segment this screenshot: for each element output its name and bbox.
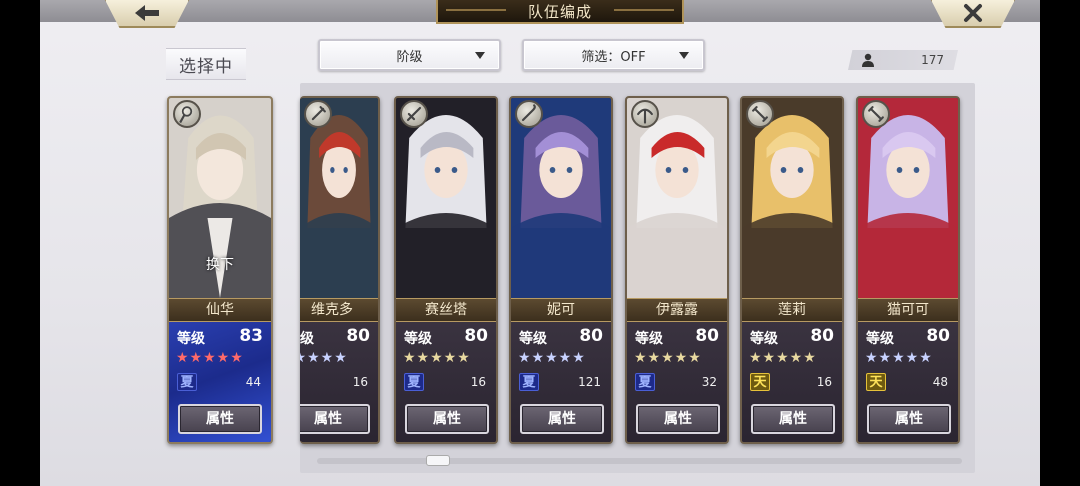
character-name: 伊露露 (627, 298, 727, 322)
character-stats: 等级 80 ★★★★★ 夏 32 属性 (627, 322, 727, 442)
rank-badge: 天 (750, 373, 770, 391)
character-count: 16 (816, 375, 832, 389)
character-stats: 等级 83 ★★★★★ 夏 44 属性 (169, 322, 271, 442)
chevron-down-icon (475, 52, 485, 59)
back-arrow-icon (135, 5, 159, 21)
right-letterbox (1040, 0, 1080, 486)
star-rating: ★★★★★ (865, 350, 933, 366)
level-value: 80 (695, 326, 719, 346)
horizontal-scrollbar[interactable] (317, 458, 962, 464)
attribute-button[interactable]: 属性 (405, 404, 489, 434)
page-title-text: 队伍编成 (527, 2, 592, 21)
level-label: 等级 (519, 331, 547, 347)
star-rating: ★★★★★ (403, 350, 471, 366)
character-portrait (300, 98, 378, 298)
roster-count: 177 (848, 50, 958, 70)
weapon-type-icon (304, 100, 332, 128)
level-label: 等级 (866, 331, 894, 347)
character-card[interactable]: 赛丝塔 等级 80 ★★★★★ 夏 16 属性 (394, 96, 498, 444)
rank-badge: 夏 (404, 373, 424, 391)
sort-dropdown[interactable]: 阶级 (318, 39, 501, 71)
selecting-label: 选择中 (166, 48, 246, 80)
filter-dropdown-label: 筛选：OFF (581, 49, 646, 65)
attribute-button[interactable]: 属性 (300, 404, 370, 434)
level-value: 80 (926, 326, 950, 346)
scrollbar-thumb[interactable] (426, 455, 450, 466)
rank-badge: 夏 (519, 373, 539, 391)
character-card[interactable]: 维克多 等级 80 ★★★★★ 夏 16 属性 (300, 96, 380, 444)
selected-character-card[interactable]: 换下 仙华 等级 83 ★★★★★ 夏 44 属性 (167, 96, 273, 444)
filter-dropdown[interactable]: 筛选：OFF (522, 39, 705, 71)
party-formation-screen: 队伍编成 选择中 阶级 筛选：OFF 177 换下 仙华 等级 83 ★★★★★… (40, 0, 1040, 486)
level-label: 等级 (635, 331, 663, 347)
weapon-type-icon (862, 100, 890, 128)
character-card[interactable]: 莲莉 等级 80 ★★★★★ 天 16 属性 (740, 96, 844, 444)
character-count: 48 (932, 375, 948, 389)
page-title: 队伍编成 (436, 0, 684, 24)
character-name: 仙华 (169, 298, 271, 322)
character-count: 16 (470, 375, 486, 389)
chevron-down-icon (679, 52, 689, 59)
character-name: 妮可 (511, 298, 611, 322)
roster-count-value: 177 (921, 53, 944, 67)
attribute-button[interactable]: 属性 (178, 404, 262, 434)
weapon-type-icon (515, 100, 543, 128)
left-letterbox (0, 0, 40, 486)
rank-badge: 夏 (177, 373, 197, 391)
level-label: 等级 (404, 331, 432, 347)
level-value: 80 (346, 326, 370, 346)
back-button[interactable] (104, 0, 190, 28)
rank-badge: 夏 (635, 373, 655, 391)
character-name: 维克多 (300, 298, 378, 322)
star-rating: ★★★★★ (749, 350, 817, 366)
level-value: 80 (810, 326, 834, 346)
character-count: 121 (578, 375, 601, 389)
star-rating: ★★★★★ (176, 350, 244, 366)
character-name: 莲莉 (742, 298, 842, 322)
character-card[interactable]: 猫可可 等级 80 ★★★★★ 天 48 属性 (856, 96, 960, 444)
swap-out-label: 换下 (206, 257, 234, 273)
character-count: 44 (245, 375, 261, 389)
character-name: 赛丝塔 (396, 298, 496, 322)
star-rating: ★★★★★ (634, 350, 702, 366)
sort-dropdown-label: 阶级 (396, 49, 423, 65)
attribute-button[interactable]: 属性 (867, 404, 951, 434)
level-label: 等级 (177, 331, 205, 347)
level-value: 83 (239, 326, 263, 346)
weapon-type-icon (400, 100, 428, 128)
character-stats: 等级 80 ★★★★★ 天 16 属性 (742, 322, 842, 442)
close-button[interactable] (930, 0, 1016, 28)
level-label: 等级 (750, 331, 778, 347)
rank-badge: 天 (866, 373, 886, 391)
character-stats: 等级 80 ★★★★★ 夏 121 属性 (511, 322, 611, 442)
weapon-type-icon (746, 100, 774, 128)
character-stats: 等级 80 ★★★★★ 天 48 属性 (858, 322, 958, 442)
character-card[interactable]: 妮可 等级 80 ★★★★★ 夏 121 属性 (509, 96, 613, 444)
star-rating: ★★★★★ (300, 350, 348, 366)
close-x-icon (964, 4, 982, 22)
level-value: 80 (579, 326, 603, 346)
person-icon (862, 53, 874, 67)
character-stats: 等级 80 ★★★★★ 夏 16 属性 (396, 322, 496, 442)
character-name: 猫可可 (858, 298, 958, 322)
level-label: 等级 (300, 331, 314, 347)
character-stats: 等级 80 ★★★★★ 夏 16 属性 (300, 322, 378, 442)
weapon-type-icon (631, 100, 659, 128)
attribute-button[interactable]: 属性 (751, 404, 835, 434)
star-rating: ★★★★★ (518, 350, 586, 366)
title-ornament-left (446, 9, 506, 11)
character-count: 32 (701, 375, 717, 389)
attribute-button[interactable]: 属性 (636, 404, 720, 434)
level-value: 80 (464, 326, 488, 346)
character-card[interactable]: 伊露露 等级 80 ★★★★★ 夏 32 属性 (625, 96, 729, 444)
attribute-button[interactable]: 属性 (520, 404, 604, 434)
title-ornament-right (614, 9, 674, 11)
staff-weapon-icon (173, 100, 201, 128)
character-count: 16 (352, 375, 368, 389)
